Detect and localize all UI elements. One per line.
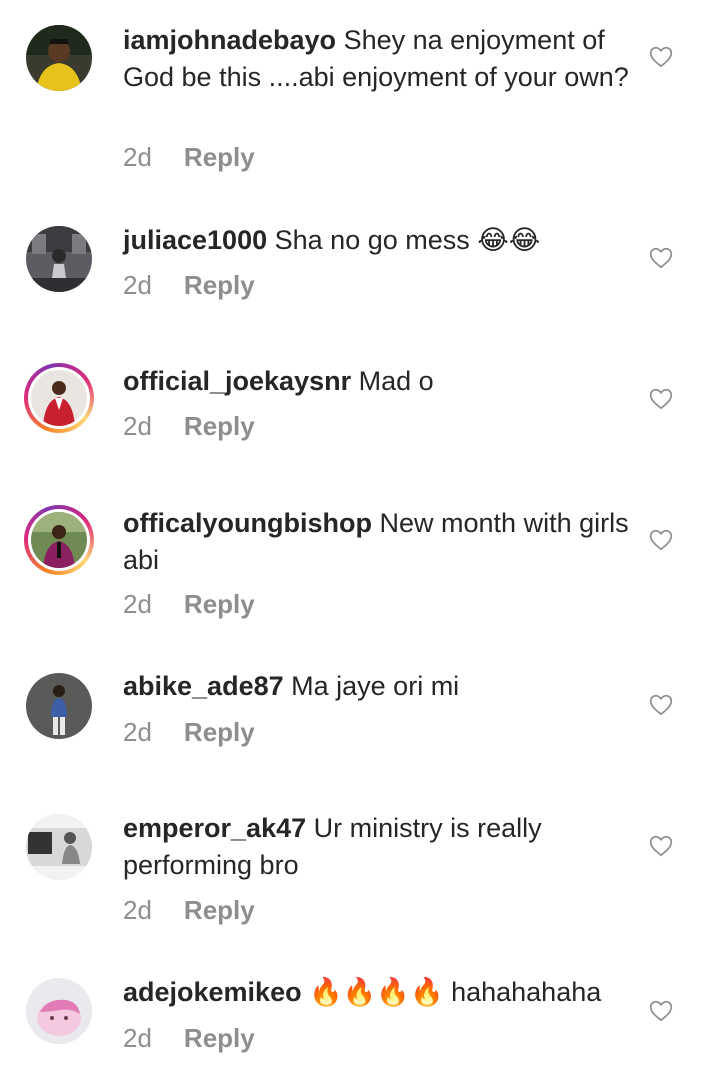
- avatar[interactable]: [26, 226, 92, 292]
- comment-time: 2d: [123, 270, 152, 300]
- heart-outline-icon[interactable]: [648, 692, 674, 718]
- comment-text: emperor_ak47 Ur ministry is really perfo…: [123, 810, 633, 884]
- comment-meta: 2d Reply: [123, 270, 255, 301]
- avatar-with-story-ring[interactable]: [24, 363, 94, 433]
- comment-body: 🔥🔥🔥🔥 hahahahaha: [309, 977, 602, 1007]
- avatar-image: [26, 25, 92, 91]
- comment-text: adejokemikeo 🔥🔥🔥🔥 hahahahaha: [123, 974, 633, 1011]
- avatar-with-story-ring[interactable]: [24, 505, 94, 575]
- comment-time: 2d: [123, 717, 152, 747]
- reply-button[interactable]: Reply: [184, 270, 255, 300]
- comment-time: 2d: [123, 589, 152, 619]
- avatar[interactable]: [26, 814, 92, 880]
- comment-body: Ma jaye ori mi: [291, 671, 460, 701]
- story-ring-gap: [28, 367, 90, 429]
- heart-outline-icon[interactable]: [648, 998, 674, 1024]
- avatar: [31, 370, 87, 426]
- heart-outline-icon[interactable]: [648, 833, 674, 859]
- avatar[interactable]: [26, 978, 92, 1044]
- heart-outline-icon[interactable]: [648, 245, 674, 271]
- comment-meta: 2d Reply: [123, 589, 255, 620]
- comment-text: iamjohnadebayo Shey na enjoyment of God …: [123, 22, 633, 96]
- avatar-image: [31, 370, 87, 426]
- comment-meta: 2d Reply: [123, 895, 255, 926]
- comment-time: 2d: [123, 142, 152, 172]
- comment-text: official_joekaysnr Mad o: [123, 363, 633, 400]
- reply-button[interactable]: Reply: [184, 717, 255, 747]
- comment-meta: 2d Reply: [123, 411, 255, 442]
- avatar-image: [26, 978, 92, 1044]
- comment-time: 2d: [123, 895, 152, 925]
- comment-body: Sha no go mess 😂😂: [274, 225, 541, 255]
- reply-button[interactable]: Reply: [184, 142, 255, 172]
- reply-button[interactable]: Reply: [184, 411, 255, 441]
- comment-username[interactable]: official_joekaysnr: [123, 366, 351, 396]
- heart-outline-icon[interactable]: [648, 386, 674, 412]
- comment-text: juliace1000 Sha no go mess 😂😂: [123, 222, 633, 259]
- avatar[interactable]: [26, 673, 92, 739]
- comment-text: officalyoungbishop New month with girls …: [123, 505, 633, 579]
- reply-button[interactable]: Reply: [184, 589, 255, 619]
- comment-username[interactable]: abike_ade87: [123, 671, 284, 701]
- comment-meta: 2d Reply: [123, 717, 255, 748]
- comment-time: 2d: [123, 1023, 152, 1053]
- comment-username[interactable]: iamjohnadebayo: [123, 25, 336, 55]
- heart-outline-icon[interactable]: [648, 44, 674, 70]
- avatar-image: [31, 512, 87, 568]
- comment-body: Mad o: [358, 366, 434, 396]
- comment-username[interactable]: officalyoungbishop: [123, 508, 372, 538]
- comment-time: 2d: [123, 411, 152, 441]
- comment-meta: 2d Reply: [123, 142, 255, 173]
- comment-username[interactable]: emperor_ak47: [123, 813, 306, 843]
- comment-text: abike_ade87 Ma jaye ori mi: [123, 668, 633, 705]
- comment-meta: 2d Reply: [123, 1023, 255, 1054]
- comment-username[interactable]: adejokemikeo: [123, 977, 302, 1007]
- story-ring-gap: [28, 509, 90, 571]
- comment-username[interactable]: juliace1000: [123, 225, 267, 255]
- reply-button[interactable]: Reply: [184, 1023, 255, 1053]
- avatar-image: [26, 673, 92, 739]
- reply-button[interactable]: Reply: [184, 895, 255, 925]
- avatar[interactable]: [26, 25, 92, 91]
- avatar-image: [26, 814, 92, 880]
- avatar: [31, 512, 87, 568]
- avatar-image: [26, 226, 92, 292]
- heart-outline-icon[interactable]: [648, 527, 674, 553]
